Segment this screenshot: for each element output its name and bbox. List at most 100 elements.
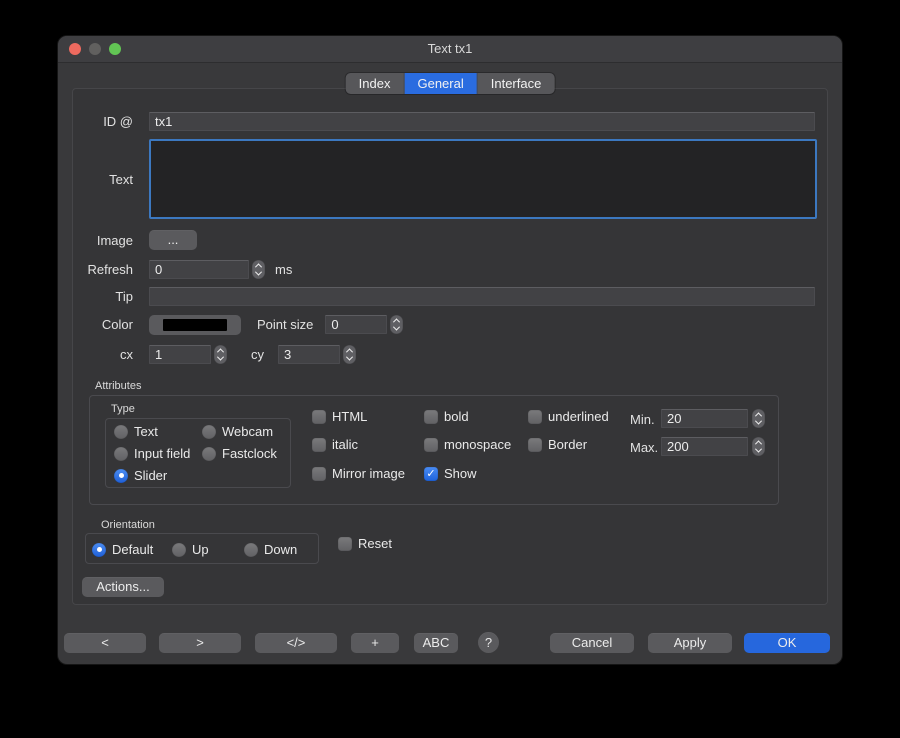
tab-interface[interactable]: Interface [478,73,555,94]
radio-icon[interactable] [114,469,128,483]
checkbox-icon[interactable] [338,537,352,551]
attributes-groupbox: Type Text Webcam Input field Fastclock [89,395,779,505]
radio-icon[interactable] [244,543,258,557]
cx-stepper[interactable] [214,345,227,364]
refresh-input[interactable] [149,260,249,279]
radio-type-text[interactable]: Text [114,424,158,439]
checkbox-label: HTML [332,409,367,424]
type-groupbox: Text Webcam Input field Fastclock Slider [105,418,291,488]
image-label: Image [73,233,133,248]
radio-label: Up [192,542,209,557]
tip-input[interactable] [149,287,815,306]
text-input[interactable] [149,139,817,219]
actions-button[interactable]: Actions... [82,577,164,597]
color-swatch [163,319,227,331]
radio-orientation-up[interactable]: Up [172,542,209,557]
spin-down-icon[interactable] [393,324,400,331]
checkbox-icon[interactable] [424,410,438,424]
checkbox-italic[interactable]: italic [312,437,358,452]
spin-down-icon[interactable] [255,268,262,275]
radio-icon[interactable] [172,543,186,557]
code-button[interactable]: </> [255,633,337,653]
orientation-legend: Orientation [101,519,155,531]
checkbox-show[interactable]: Show [424,466,477,481]
checkbox-monospace[interactable]: monospace [424,437,511,452]
radio-icon[interactable] [202,425,216,439]
spin-down-icon[interactable] [755,418,762,425]
checkbox-icon[interactable] [528,410,542,424]
apply-button[interactable]: Apply [648,633,732,653]
image-row: Image ... [73,230,827,250]
general-tab-panel: ID @ Text Image ... Refresh ms Tip Color [72,88,828,605]
checkbox-html[interactable]: HTML [312,409,367,424]
cx-label: cx [73,347,133,362]
checkbox-border[interactable]: Border [528,437,587,452]
cx-input[interactable] [149,345,211,364]
zoom-button[interactable] [109,43,121,55]
id-input[interactable] [149,112,815,131]
checkbox-reset[interactable]: Reset [338,536,392,551]
abc-button[interactable]: ABC [414,633,458,653]
checkbox-underlined[interactable]: underlined [528,409,609,424]
checkbox-icon[interactable] [528,438,542,452]
spin-down-icon[interactable] [346,354,353,361]
checkbox-label: Show [444,466,477,481]
checkbox-icon[interactable] [424,467,438,481]
window-title: Text tx1 [58,36,842,62]
point-size-stepper[interactable] [390,315,403,334]
min-stepper[interactable] [752,409,765,428]
checkbox-icon[interactable] [312,438,326,452]
color-picker-button[interactable] [149,315,241,335]
help-button[interactable]: ? [478,632,499,653]
refresh-row: Refresh ms [73,259,827,279]
radio-label: Text [134,424,158,439]
radio-icon[interactable] [202,447,216,461]
spin-down-icon[interactable] [217,354,224,361]
refresh-stepper[interactable] [252,260,265,279]
cy-stepper[interactable] [343,345,356,364]
minimize-button[interactable] [89,43,101,55]
radio-orientation-default[interactable]: Default [92,542,153,557]
orientation-groupbox: Default Up Down [85,533,319,564]
type-legend: Type [111,403,135,415]
radio-icon[interactable] [114,425,128,439]
radio-type-slider[interactable]: Slider [114,468,167,483]
min-input[interactable] [661,409,748,428]
tab-general[interactable]: General [404,73,477,94]
radio-type-webcam[interactable]: Webcam [202,424,273,439]
text-row: Text [73,139,827,219]
text-label: Text [73,172,133,187]
checkbox-bold[interactable]: bold [424,409,469,424]
checkbox-label: monospace [444,437,511,452]
radio-orientation-down[interactable]: Down [244,542,297,557]
next-button[interactable]: > [159,633,241,653]
point-size-input[interactable] [325,315,387,334]
radio-type-input-field[interactable]: Input field [114,446,190,461]
refresh-label: Refresh [73,262,133,277]
title-bar[interactable]: Text tx1 [58,36,842,63]
image-browse-button[interactable]: ... [149,230,197,250]
checkbox-label: italic [332,437,358,452]
max-stepper[interactable] [752,437,765,456]
spin-down-icon[interactable] [755,446,762,453]
prev-button[interactable]: < [64,633,146,653]
cancel-button[interactable]: Cancel [550,633,634,653]
tab-index[interactable]: Index [346,73,405,94]
checkbox-mirror-image[interactable]: Mirror image [312,466,405,481]
cy-input[interactable] [278,345,340,364]
checkbox-icon[interactable] [312,410,326,424]
dialog-window: Text tx1 Index General Interface ID @ Te… [58,36,842,664]
checkbox-icon[interactable] [424,438,438,452]
radio-icon[interactable] [92,543,106,557]
checkbox-icon[interactable] [312,467,326,481]
radio-label: Input field [134,446,190,461]
radio-icon[interactable] [114,447,128,461]
add-button[interactable]: + [351,633,399,653]
radio-type-fastclock[interactable]: Fastclock [202,446,277,461]
radio-label: Fastclock [222,446,277,461]
max-input[interactable] [661,437,748,456]
tip-label: Tip [73,289,133,304]
close-button[interactable] [69,43,81,55]
checkbox-label: Reset [358,536,392,551]
ok-button[interactable]: OK [744,633,830,653]
